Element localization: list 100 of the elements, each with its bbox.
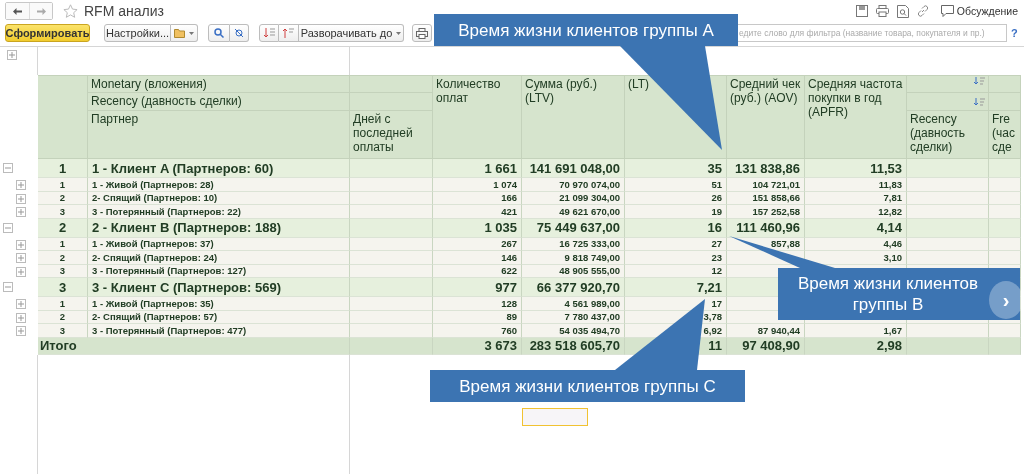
print-button[interactable] [412,24,432,42]
sort-descending-button[interactable] [259,24,279,42]
table-cell: 283 518 605,70 [529,338,620,353]
search-cancel-icon [234,28,244,38]
variant-dropdown[interactable] [171,24,198,42]
table-cell: 9 818 749,00 [564,251,620,263]
table-cell: 2 [58,220,67,235]
callout: Время жизни клиентов группы C [430,370,745,402]
table-cell: 70 970 074,00 [559,178,620,190]
collapse-icon[interactable] [3,282,13,292]
caret-icon [396,31,402,35]
table-cell: 11 [708,338,722,353]
selected-cell[interactable] [522,407,588,426]
expand-icon[interactable] [16,299,26,309]
preview-icon[interactable] [896,4,909,18]
partner-name: 3 - Потерянный (Партнеров: 127) [92,265,247,277]
table-cell: 1 [59,178,66,190]
expand-icon[interactable] [16,312,26,323]
table-cell: 27 [711,238,722,250]
sort-icon[interactable] [974,97,985,106]
speech-bubble-icon [940,5,954,17]
table-cell: 622 [501,265,517,277]
expand-icon[interactable] [16,326,26,336]
table-cell: 4,14 [876,220,902,235]
save-icon[interactable] [855,5,868,17]
table-cell: 16 [707,220,722,235]
table-cell: 2,98 [876,338,902,353]
table-cell: 1 661 [484,160,517,176]
table-cell: 7,21 [696,279,722,295]
link-icon[interactable] [916,5,929,17]
search-icon [214,28,224,38]
table-cell: 11,53 [870,160,902,176]
table-cell: 17 [711,297,722,309]
table-cell [989,178,1021,192]
discussion-link[interactable]: Обсуждение [956,5,1018,17]
partner-name: 3 - Потерянный (Партнеров: 477) [92,324,247,336]
table-cell: 89 [506,311,517,323]
table-cell: 48 905 555,00 [559,265,620,277]
expand-icon[interactable] [7,50,17,60]
window-title: RFM анализ [84,3,164,19]
partner-name: 3 - Клиент C (Партнеров: 569) [92,279,281,295]
sort-descending-icon [263,28,275,38]
generate-button[interactable]: Сформировать [5,24,90,42]
table-cell: 75 449 637,00 [536,220,620,235]
table-cell: 3,10 [883,251,902,263]
table-cell: 19 [711,205,722,217]
table-cell [989,337,1021,355]
table-cell: 131 838,86 [734,160,800,176]
expand-icon[interactable] [16,253,26,263]
table-cell: 1 [58,160,67,176]
expand-icon[interactable] [16,239,26,250]
filter-field[interactable]: едите слово для фильтра (название товара, покупателя и пр.) [735,24,1007,42]
table-cell [989,218,1021,238]
printer-icon[interactable] [875,5,889,17]
sort-ascending-icon [283,28,294,38]
table-cell: 146 [501,251,517,263]
table-cell: 97 408,90 [742,338,800,353]
table-cell [989,205,1021,219]
table-cell: 166 [501,192,517,204]
search-button[interactable] [208,24,230,42]
table-cell: 1 [59,297,66,309]
table-cell: 7,81 [883,192,902,204]
help-link[interactable]: ? [1011,27,1018,39]
table-cell: 2 [59,311,66,323]
expand-icon[interactable] [16,207,26,217]
table-cell [989,324,1021,338]
table-cell: 141 691 048,00 [529,160,620,176]
table-cell: 157 252,58 [752,205,800,217]
partner-name: 3 - Потерянный (Партнеров: 22) [92,205,241,217]
total-label: Итого [40,338,77,353]
back-button[interactable] [6,3,29,19]
settings-button[interactable]: Настройки... [104,24,171,42]
table-cell: 3 [59,265,66,277]
partner-name: 2 - Клиент B (Партнеров: 188) [92,220,281,235]
collapse-icon[interactable] [3,222,13,233]
expand-to-dropdown[interactable]: Разворачивать до [299,24,404,42]
table-cell: 54 035 494,70 [559,324,620,336]
table-cell: 6,92 [703,324,722,336]
table-cell: 1 [59,238,66,250]
table-cell: 1 074 [493,178,517,190]
partner-name: 2- Спящий (Партнеров: 10) [92,192,218,204]
star-icon[interactable] [63,4,78,18]
table-cell: 51 [711,178,722,190]
callout: Время жизни клиентов группы A [434,14,738,46]
table-cell: 128 [501,297,517,309]
table-cell: 49 621 670,00 [559,205,620,217]
table-cell: 66 377 920,70 [536,279,620,295]
expand-icon[interactable] [16,266,26,277]
table-cell: 87 940,44 [757,324,800,336]
sort-icon[interactable] [974,77,985,85]
table-cell: 2 [59,192,66,204]
partner-name: 2- Спящий (Партнеров: 57) [92,311,218,323]
expand-icon[interactable] [16,180,26,190]
table-cell: 3 [58,279,67,295]
sort-ascending-button[interactable] [279,24,299,42]
expand-icon[interactable] [16,193,26,204]
table-cell: 111 460,96 [736,220,800,235]
search-reset-button[interactable] [230,24,249,42]
collapse-icon[interactable] [3,163,13,173]
partner-name: 1 - Клиент A (Партнеров: 60) [92,160,274,176]
